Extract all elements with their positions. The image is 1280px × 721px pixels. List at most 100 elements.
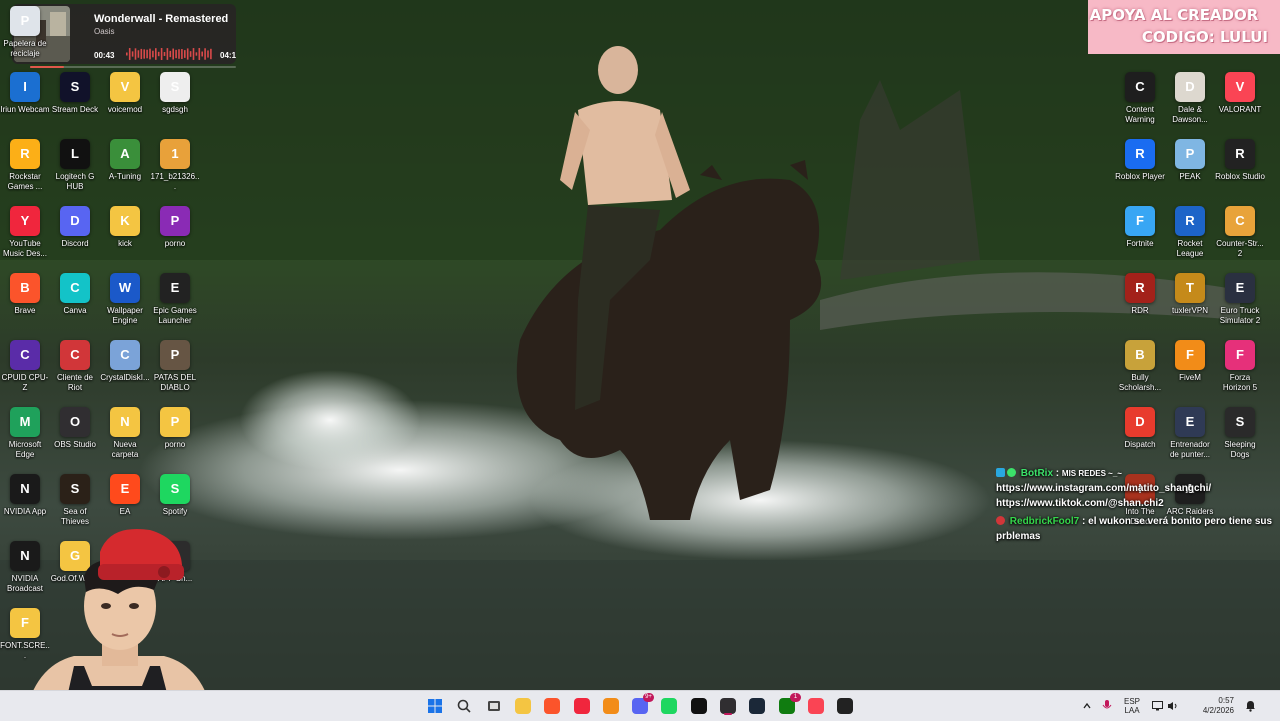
desktop-icon[interactable]: TtuxlerVPN bbox=[1165, 273, 1215, 316]
desktop-icon[interactable]: R Rockstar Games ... bbox=[0, 139, 50, 192]
waveform-bar bbox=[140, 48, 143, 60]
notification-bell-icon[interactable] bbox=[1240, 691, 1260, 721]
desktop-icon[interactable]: P PEAK bbox=[1165, 139, 1215, 182]
desktop-icon[interactable]: N Nueva carpeta bbox=[100, 407, 150, 460]
desktop-icon-label: 171_b21326... bbox=[150, 172, 200, 191]
desktop-icon[interactable]: C Cliente de Riot bbox=[50, 340, 100, 393]
desktop-icon[interactable]: C Canva bbox=[50, 273, 100, 316]
desktop-icon-label: RDR bbox=[1131, 306, 1149, 315]
desktop-icon[interactable]: D Dispatch bbox=[1115, 407, 1165, 450]
desktop-icon-label: Euro Truck Simulator 2 bbox=[1219, 306, 1261, 325]
desktop-icon[interactable]: O OBS Studio bbox=[50, 407, 100, 450]
desktop-icon[interactable]: R Roblox Player bbox=[1115, 139, 1165, 182]
desktop-icon[interactable]: E Euro Truck Simulator 2 bbox=[1215, 273, 1265, 326]
microphone-icon[interactable] bbox=[1100, 691, 1114, 721]
desktop-icon[interactable]: V VALORANT bbox=[1215, 72, 1265, 115]
desktop-icon[interactable]: N NVIDIA App bbox=[0, 474, 50, 517]
desktop-icon[interactable]: F FiveM bbox=[1165, 340, 1215, 383]
desktop-icon-label: Microsoft Edge bbox=[8, 440, 42, 459]
desktop-icon[interactable]: Vvoicemod bbox=[100, 72, 150, 115]
desktop-icon-label: Fortnite bbox=[1126, 239, 1154, 248]
desktop-icon-label: porno bbox=[164, 239, 186, 248]
desktop-icon[interactable]: L Logitech G HUB bbox=[50, 139, 100, 192]
logitech-button[interactable] bbox=[689, 696, 709, 716]
waveform-bar bbox=[189, 51, 192, 57]
youtube-music-button[interactable] bbox=[572, 696, 592, 716]
waveform-bar bbox=[143, 49, 145, 59]
desktop-icon[interactable]: C Content Warning bbox=[1115, 72, 1165, 125]
chat-message: https://www.tiktok.com/@shan.chi2 bbox=[996, 496, 1280, 511]
logitech-icon: L bbox=[60, 139, 90, 169]
clock-date: 4/2/2026 bbox=[1202, 706, 1234, 715]
track-progress-bar[interactable] bbox=[30, 66, 236, 68]
brave-button[interactable] bbox=[542, 696, 562, 716]
clock[interactable]: 0:57 4/2/2026 bbox=[1188, 691, 1234, 721]
desktop-icon[interactable]: P PATAS DEL DIABLO bbox=[150, 340, 200, 393]
desktop-icon[interactable]: I Iriun Webcam bbox=[0, 72, 50, 115]
volume-icon[interactable] bbox=[1166, 691, 1180, 721]
desktop-icon-label: Iriun Webcam bbox=[0, 105, 50, 114]
desktop-icon[interactable]: S Spotify bbox=[150, 474, 200, 517]
desktop-icon-label: CrystalDiskI... bbox=[100, 373, 150, 382]
obs-button[interactable] bbox=[718, 696, 738, 716]
desktop-icon[interactable]: M Microsoft Edge bbox=[0, 407, 50, 460]
desktop-icon[interactable]: F Forza Horizon 5 bbox=[1215, 340, 1265, 393]
desktop-icon[interactable]: C CPUID CPU-Z bbox=[0, 340, 50, 393]
valorant-button[interactable] bbox=[806, 696, 826, 716]
discord-icon: D bbox=[60, 206, 90, 236]
spotify-button[interactable] bbox=[659, 696, 679, 716]
desktop-icon[interactable]: Ssgdsgh bbox=[150, 72, 200, 115]
taskbar: 9+ 1 ESP LAA 0:57 4/2/2026 bbox=[0, 690, 1280, 721]
desktop-icon-label: PEAK bbox=[1179, 172, 1201, 181]
desktop-icon[interactable]: Kkick bbox=[100, 206, 150, 249]
desktop-icon-label: OBS Studio bbox=[54, 440, 96, 449]
epic-button[interactable] bbox=[835, 696, 855, 716]
valorant-icon: V bbox=[1225, 72, 1255, 102]
banner-line-1: APOYA AL CREADOR bbox=[1089, 6, 1259, 24]
track-progress-fill bbox=[30, 66, 65, 68]
desktop-icon[interactable]: D Dale & Dawson... bbox=[1165, 72, 1215, 125]
desktop-icon[interactable]: Pporno bbox=[150, 407, 200, 450]
desktop-icon[interactable]: Y YouTube Music Des... bbox=[0, 206, 50, 259]
desktop-icon[interactable]: R RDR bbox=[1115, 273, 1165, 316]
desktop-icon[interactable]: C CrystalDiskI... bbox=[100, 340, 150, 383]
task-view-button[interactable] bbox=[484, 696, 504, 716]
chevron-up-icon[interactable] bbox=[1080, 691, 1094, 721]
desktop-icon[interactable]: R Roblox Studio bbox=[1215, 139, 1265, 182]
desktop-icon[interactable]: Pporno bbox=[150, 206, 200, 249]
desktop-icon[interactable]: 1 171_b21326... bbox=[150, 139, 200, 192]
start-button[interactable] bbox=[425, 696, 445, 716]
brave-icon: B bbox=[10, 273, 40, 303]
desktop-icon[interactable]: A A-Tuning bbox=[100, 139, 150, 182]
steam-button[interactable] bbox=[747, 696, 767, 716]
waveform-bar bbox=[192, 48, 195, 60]
desktop-icon[interactable]: C Counter-Str... 2 bbox=[1215, 206, 1265, 259]
desktop-icon[interactable]: E Entrenador de punter... bbox=[1165, 407, 1215, 460]
desktop-icon[interactable]: E Epic Games Launcher bbox=[150, 273, 200, 326]
desktop-icon[interactable]: F Fortnite bbox=[1115, 206, 1165, 249]
network-icon[interactable] bbox=[1150, 691, 1164, 721]
waveform-bar bbox=[169, 50, 172, 58]
waveform-bar bbox=[181, 49, 183, 59]
desktop-icon[interactable]: D Discord bbox=[50, 206, 100, 249]
desktop-icon[interactable]: S Sleeping Dogs bbox=[1215, 407, 1265, 460]
youtube-music-icon bbox=[574, 698, 590, 714]
clock-time: 0:57 bbox=[1218, 696, 1234, 705]
chat-message: RedbrickFool7 : el wukon se verá bonito … bbox=[996, 514, 1280, 544]
desktop-icon[interactable]: B Brave bbox=[0, 273, 50, 316]
desktop-icon[interactable]: S Stream Deck bbox=[50, 72, 100, 115]
folder-icon: K bbox=[110, 206, 140, 236]
desktop-icon-label: FiveM bbox=[1179, 373, 1201, 382]
desktop-icon[interactable]: B Bully Scholarsh... bbox=[1115, 340, 1165, 393]
search-button[interactable] bbox=[454, 696, 474, 716]
desktop-icon[interactable]: W Wallpaper Engine bbox=[100, 273, 150, 326]
desktop-icon[interactable]: P Papelera de reciclaje bbox=[0, 6, 50, 59]
waveform-bar bbox=[131, 51, 134, 57]
chat-username: BotRix bbox=[1020, 468, 1054, 479]
language-switcher[interactable]: ESP LAA bbox=[1120, 691, 1144, 721]
rdr-icon: R bbox=[1125, 273, 1155, 303]
desktop-icon[interactable]: E EA bbox=[100, 474, 150, 517]
file-explorer-button[interactable] bbox=[513, 696, 533, 716]
fivem-button[interactable] bbox=[601, 696, 621, 716]
desktop-icon[interactable]: R Rocket League bbox=[1165, 206, 1215, 259]
